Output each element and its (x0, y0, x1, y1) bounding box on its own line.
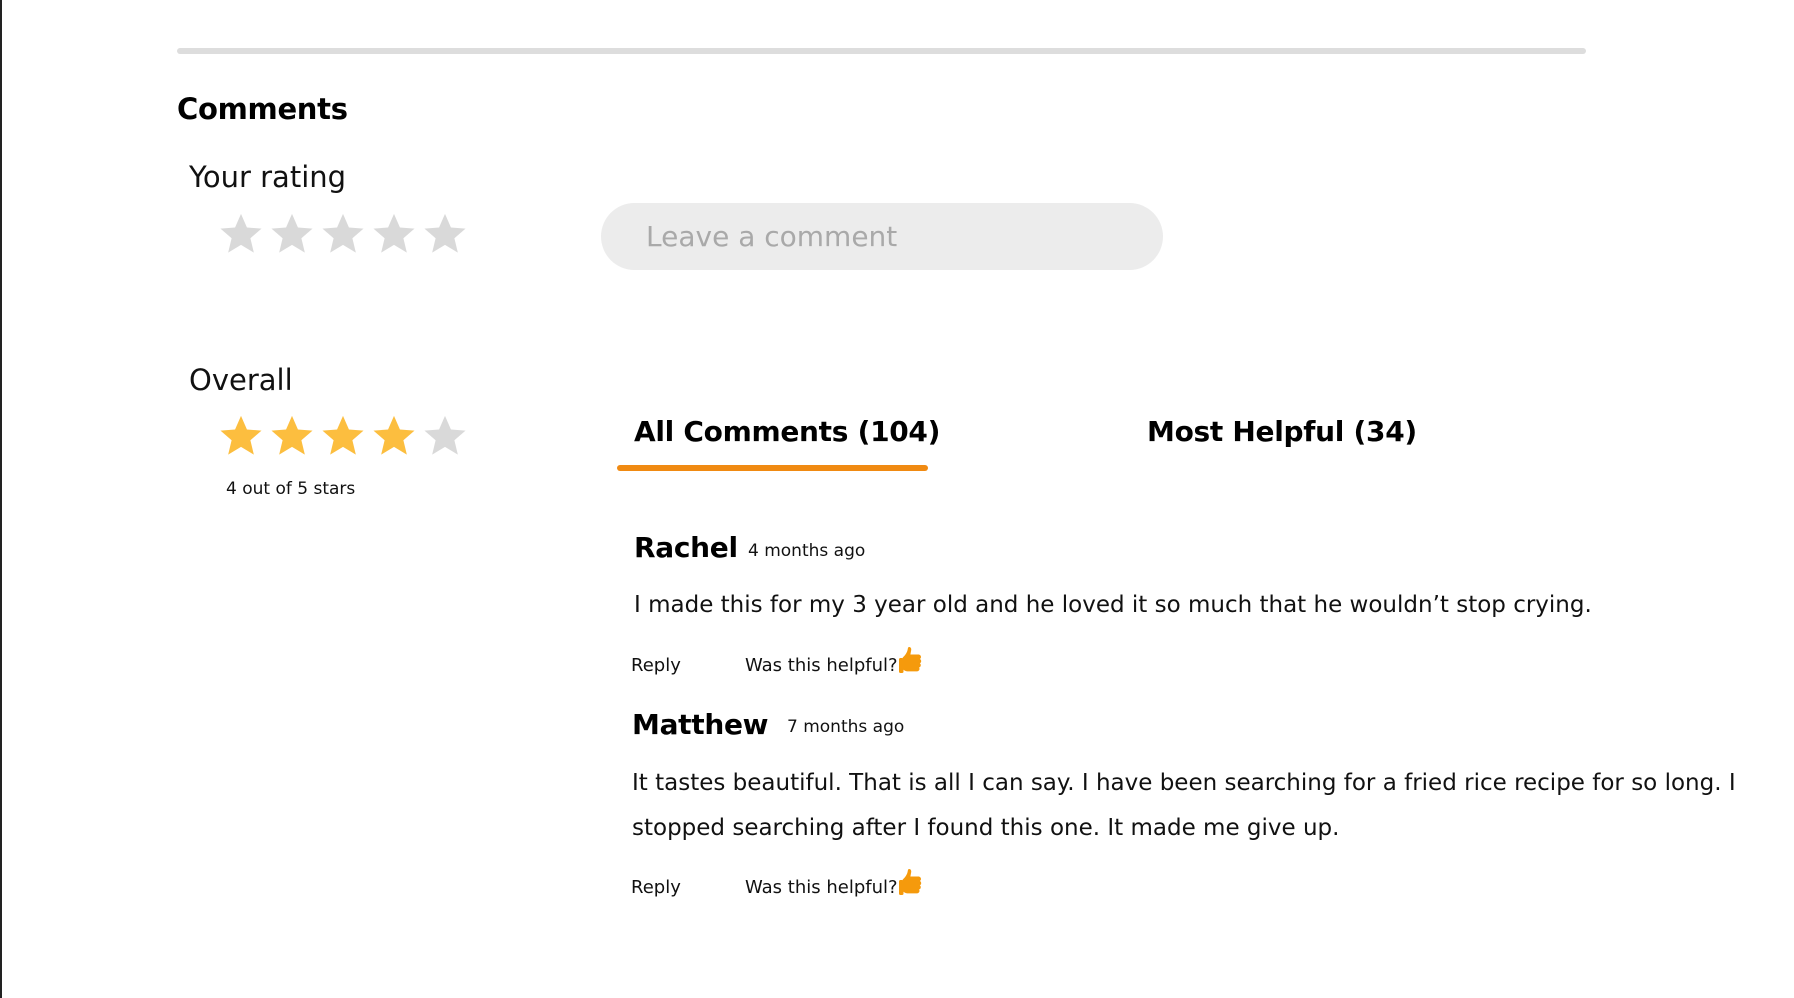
comment-author: Matthew (632, 708, 769, 741)
your-rating-stars[interactable] (218, 211, 468, 257)
thumbs-up-icon[interactable] (896, 645, 928, 677)
star-icon (218, 413, 264, 459)
thumbs-up-icon[interactable] (896, 867, 928, 899)
tab-all-comments[interactable]: All Comments (104) (634, 415, 940, 448)
star-icon[interactable] (422, 211, 468, 257)
comment-timestamp: 7 months ago (787, 717, 905, 737)
helpful-label: Was this helpful? (745, 877, 898, 898)
overall-rating-caption: 4 out of 5 stars (226, 479, 356, 499)
star-icon (422, 413, 468, 459)
helpful-label: Was this helpful? (745, 655, 898, 676)
comment-input[interactable] (601, 203, 1163, 270)
comment-timestamp: 4 months ago (748, 541, 866, 561)
overall-label: Overall (189, 363, 293, 397)
your-rating-label: Your rating (189, 160, 347, 194)
star-icon (269, 413, 315, 459)
comment-author: Rachel (634, 531, 738, 564)
comment-text-line: It tastes beautiful. That is all I can s… (632, 770, 1736, 796)
reply-link[interactable]: Reply (631, 655, 681, 676)
top-divider (177, 48, 1586, 54)
comments-heading: Comments (177, 92, 348, 126)
star-icon[interactable] (371, 211, 417, 257)
reply-link[interactable]: Reply (631, 877, 681, 898)
active-tab-indicator (617, 465, 928, 471)
star-icon[interactable] (269, 211, 315, 257)
page-left-border (0, 0, 2, 998)
star-icon[interactable] (218, 211, 264, 257)
tab-most-helpful[interactable]: Most Helpful (34) (1147, 415, 1417, 448)
overall-stars (218, 413, 468, 459)
comment-text-line: stopped searching after I found this one… (632, 815, 1340, 841)
star-icon (371, 413, 417, 459)
comment-text: I made this for my 3 year old and he lov… (634, 592, 1592, 618)
star-icon (320, 413, 366, 459)
star-icon[interactable] (320, 211, 366, 257)
